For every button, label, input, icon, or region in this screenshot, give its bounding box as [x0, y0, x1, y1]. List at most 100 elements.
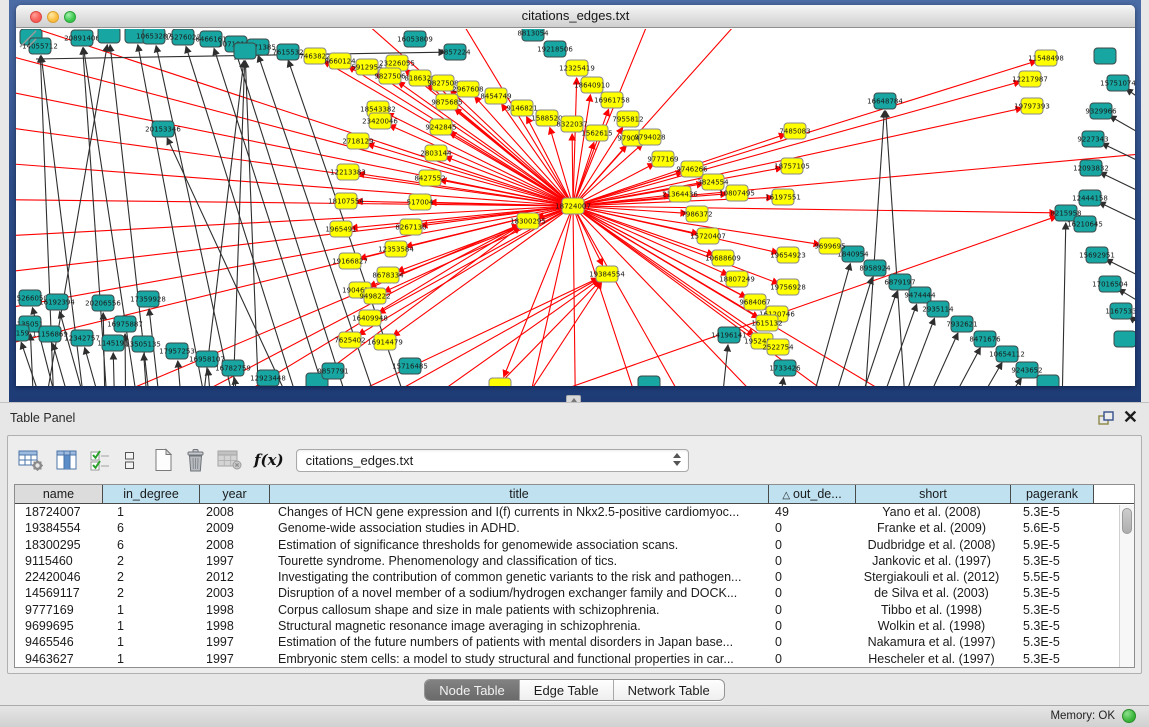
network-node[interactable]: 8958924 — [859, 260, 891, 276]
citation-edge[interactable] — [113, 353, 116, 386]
network-node[interactable]: 39159 — [16, 325, 29, 341]
network-node[interactable]: 3824554 — [697, 174, 729, 190]
tab-network-table[interactable]: Network Table — [613, 680, 724, 700]
network-node[interactable] — [98, 29, 120, 43]
network-node[interactable]: 2935114 — [922, 301, 954, 317]
citation-edge[interactable] — [1100, 172, 1135, 209]
network-node[interactable]: 8471676 — [969, 331, 1001, 347]
network-node[interactable]: 2522754 — [762, 339, 794, 355]
network-node[interactable]: 7857224 — [439, 44, 471, 60]
column-header-pagerank[interactable]: pagerank — [1011, 485, 1094, 503]
select-all-icon[interactable] — [89, 449, 112, 472]
citation-edge[interactable] — [572, 134, 573, 206]
table-row[interactable]: 2242004622012Investigating the contribut… — [15, 569, 1134, 585]
network-node[interactable]: 20206556 — [85, 295, 121, 311]
network-node[interactable] — [1037, 375, 1059, 386]
network-node[interactable]: 15720407 — [690, 228, 726, 244]
citation-edge[interactable] — [16, 42, 573, 206]
citation-edge[interactable] — [85, 348, 116, 386]
citation-network-graph[interactable]: 1405571220891406106532871527602264661611… — [16, 29, 1135, 386]
network-node[interactable]: 20891406 — [64, 30, 100, 46]
citation-edge[interactable] — [796, 264, 850, 386]
network-node[interactable]: 9777169 — [647, 151, 678, 167]
network-node[interactable]: 17359928 — [130, 291, 166, 307]
network-window[interactable]: citations_edges.txt 14055712208914061065… — [16, 5, 1135, 386]
network-node[interactable]: 8427552 — [414, 170, 445, 186]
citation-edge[interactable] — [901, 333, 958, 386]
network-node[interactable]: 9498222 — [359, 288, 390, 304]
network-node[interactable]: 12217987 — [1012, 71, 1048, 87]
citation-edge[interactable] — [573, 206, 1056, 213]
network-node[interactable]: 19166827 — [332, 253, 368, 269]
network-node[interactable] — [489, 378, 511, 386]
citation-edge[interactable] — [368, 144, 573, 206]
network-node[interactable]: 7955812 — [612, 111, 643, 127]
close-panel-icon[interactable]: ✕ — [1123, 407, 1138, 427]
rows-icon[interactable] — [123, 449, 136, 472]
network-node[interactable]: 1615132 — [751, 315, 782, 331]
tab-edge-table[interactable]: Edge Table — [519, 680, 613, 700]
citation-edge[interactable] — [966, 378, 1021, 386]
citation-edge[interactable] — [518, 206, 573, 386]
table-row[interactable]: 1830029562008Estimation of significance … — [15, 537, 1134, 553]
table-row[interactable]: 977716911998Corpus callosum shape and si… — [15, 602, 1134, 618]
citation-edge[interactable] — [1126, 89, 1135, 124]
network-node[interactable]: 7932621 — [946, 316, 977, 332]
table-selector-dropdown[interactable]: citations_edges.txt — [296, 449, 689, 472]
network-node[interactable]: 16961758 — [594, 92, 630, 108]
window-minimize-button[interactable] — [47, 11, 59, 23]
delete-table-icon[interactable] — [185, 448, 206, 473]
network-node[interactable]: 19797393 — [1014, 98, 1050, 114]
network-node[interactable]: 16914479 — [367, 334, 403, 350]
network-node[interactable]: 1965491 — [325, 221, 356, 237]
citation-edge[interactable] — [921, 348, 980, 386]
network-node[interactable]: 18640910 — [574, 77, 610, 93]
network-canvas[interactable]: 1405571220891406106532871527602264661611… — [16, 29, 1135, 386]
table-row[interactable]: 946554611997Estimation of the future num… — [15, 634, 1134, 650]
citation-edge[interactable] — [178, 361, 186, 386]
citation-edge[interactable] — [1102, 143, 1135, 179]
column-header-in_degree[interactable]: in_degree — [103, 485, 200, 503]
network-node[interactable]: 9794028 — [634, 129, 665, 145]
network-node[interactable] — [1114, 331, 1135, 347]
network-node[interactable]: 11548498 — [1028, 50, 1064, 66]
network-node[interactable]: 19218506 — [537, 41, 573, 57]
network-node[interactable]: 1733426 — [769, 360, 801, 376]
network-node[interactable]: 7625402 — [334, 332, 365, 348]
table-row[interactable]: 946362711997Embryonic stem cells: a mode… — [15, 651, 1134, 667]
network-node[interactable]: 9242845 — [425, 119, 456, 135]
network-node[interactable]: 18107554 — [328, 193, 364, 209]
citation-edge[interactable] — [816, 278, 872, 386]
column-header-out_de[interactable]: △out_de... — [769, 485, 856, 503]
new-table-icon[interactable] — [153, 448, 174, 472]
network-window-titlebar[interactable]: citations_edges.txt — [16, 5, 1135, 28]
network-node[interactable]: 19756928 — [770, 279, 806, 295]
memory-status-icon[interactable] — [1122, 709, 1136, 723]
tab-node-table[interactable]: Node Table — [425, 680, 519, 700]
citation-edge[interactable] — [946, 363, 1002, 386]
network-node[interactable]: 517004 — [407, 194, 434, 210]
table-row[interactable]: 1938455462009Genome-wide association stu… — [15, 520, 1134, 536]
table-body[interactable]: 1872400712008Changes of HCN gene express… — [15, 504, 1134, 667]
network-node[interactable]: 9699695 — [814, 238, 845, 254]
network-node[interactable]: 18757105 — [774, 158, 810, 174]
table-settings-icon[interactable] — [18, 449, 45, 472]
network-node[interactable]: 9827506 — [374, 68, 406, 84]
network-node[interactable]: 2718129 — [342, 133, 373, 149]
network-node[interactable]: 17016504 — [1092, 276, 1128, 292]
network-node[interactable] — [638, 376, 660, 386]
network-node[interactable]: 7986372 — [681, 206, 712, 222]
network-node[interactable]: 7485083 — [779, 123, 810, 139]
select-columns-icon[interactable] — [56, 449, 78, 472]
network-node[interactable]: 8454749 — [480, 88, 511, 104]
network-node[interactable]: 2803144 — [420, 145, 452, 161]
citation-edge[interactable] — [1099, 202, 1135, 239]
citation-edge[interactable] — [445, 157, 573, 206]
window-resize-grip-icon[interactable] — [16, 29, 40, 49]
network-node[interactable]: 10654112 — [989, 346, 1025, 362]
network-node[interactable]: 9875685 — [431, 94, 462, 110]
column-header-name[interactable]: name — [15, 485, 103, 503]
network-node[interactable]: 16648784 — [867, 93, 903, 109]
network-node[interactable]: 8678334 — [372, 267, 404, 283]
network-node[interactable]: 16409948 — [352, 310, 388, 326]
